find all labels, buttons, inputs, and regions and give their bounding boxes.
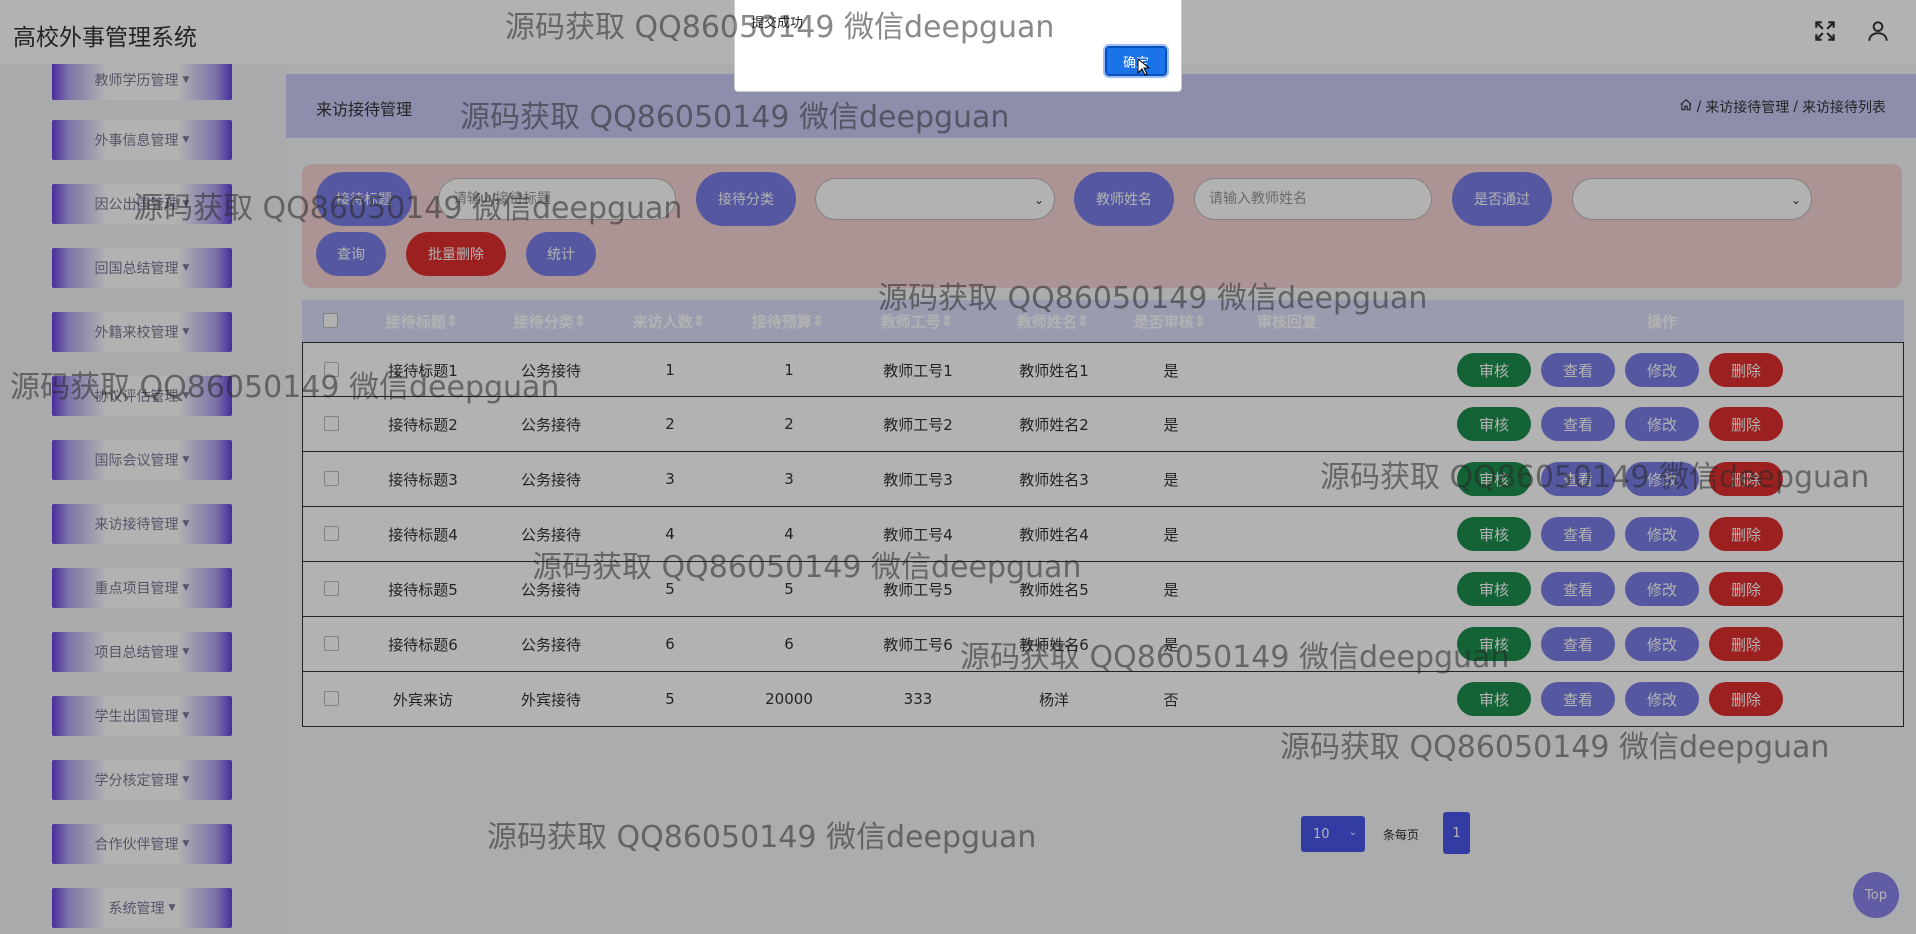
alert-ok-button[interactable]: 确定 [1103,44,1169,78]
alert-dialog: 提交成功 确定 [734,0,1182,92]
mouse-cursor-icon [1137,58,1149,76]
alert-message: 提交成功 [751,16,804,31]
modal-overlay[interactable] [0,0,1916,934]
